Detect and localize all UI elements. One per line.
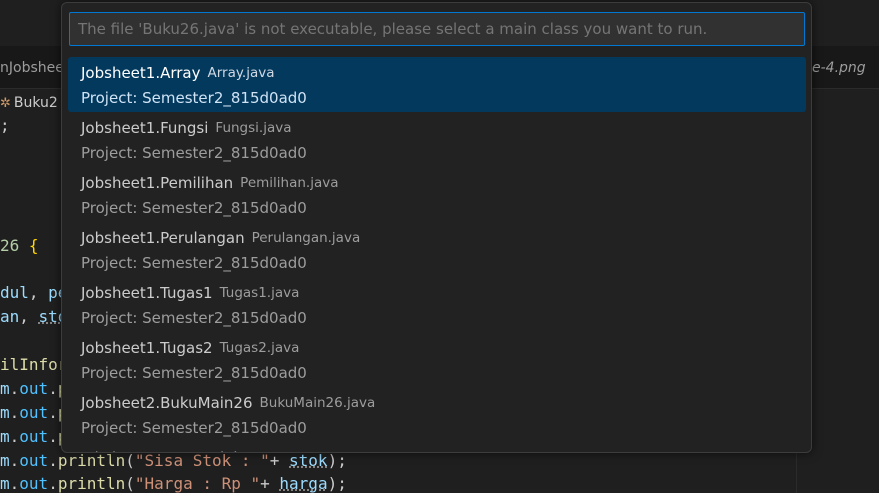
project-detail: Project: Semester2_815d0ad0 [81, 309, 307, 327]
main-class-quick-pick: Jobsheet1.Array Array.java Project: Semest… [61, 2, 812, 453]
main-class-label: Jobsheet1.Array [81, 64, 201, 82]
main-class-label: Jobsheet3.ArrayBalok [81, 449, 242, 452]
quick-pick-item-header: Jobsheet1.Array Array.java [81, 62, 275, 84]
main-class-label: Jobsheet1.Fungsi [81, 119, 209, 137]
code-token: harga [279, 474, 328, 493]
code-token: out [19, 379, 49, 398]
code-token: ilInfor [0, 355, 68, 374]
code-token: ; [0, 116, 10, 135]
project-detail: Project: Semester2_815d0ad0 [81, 89, 307, 107]
code-token: m [0, 403, 10, 422]
project-detail: Project: Semester2_815d0ad0 [81, 364, 307, 382]
code-token: . [9, 403, 20, 422]
code-token: dul [0, 283, 29, 302]
code-token: . [48, 427, 58, 446]
quick-pick-input[interactable] [69, 12, 805, 46]
source-file-description: ArrayBalok.java [249, 450, 355, 452]
code-line: dul, pe [0, 283, 67, 302]
code-token: { [28, 236, 39, 255]
source-file-description: Perulangan.java [251, 230, 361, 246]
code-token: . [9, 427, 20, 446]
code-line: an, sto [0, 307, 67, 326]
code-token: 26 [0, 236, 29, 255]
main-class-label: Jobsheet1.Tugas2 [81, 339, 213, 357]
preview-tab[interactable]: e-4.png [812, 60, 866, 76]
code-line: m.out.p [0, 379, 67, 398]
source-file-description: Tugas1.java [219, 285, 300, 301]
source-file-description: Fungsi.java [215, 120, 292, 136]
code-token: m [0, 451, 10, 470]
code-token: ); [327, 451, 347, 470]
quick-pick-item-header: Jobsheet1.Tugas2 Tugas2.java [81, 337, 299, 359]
quick-pick-item[interactable]: Jobsheet1.Fungsi Fungsi.java Project: Seme… [68, 112, 806, 167]
code-token: "Harga : Rp " [134, 474, 261, 493]
quick-pick-item[interactable]: Jobsheet2.BukuMain26 BukuMain26.java Proje… [68, 387, 806, 442]
source-file-description: Tugas2.java [219, 340, 300, 356]
code-line: m.out.println("Sisa Stok : "+ stok); [0, 451, 347, 470]
code-token: . [48, 403, 58, 422]
quick-pick-item-header: Jobsheet1.Pemilihan Pemilihan.java [81, 172, 339, 194]
project-detail: Project: Semester2_815d0ad0 [81, 254, 307, 272]
project-detail: Project: Semester2_815d0ad0 [81, 144, 307, 162]
quick-pick-item[interactable]: Jobsheet1.Tugas2 Tugas2.java Project: Seme… [68, 332, 806, 387]
editor-tab[interactable]: nJobsheet [0, 60, 69, 76]
code-token: . [9, 379, 20, 398]
project-detail: Project: Semester2_815d0ad0 [81, 199, 307, 217]
class-icon: ✲ [0, 95, 11, 111]
code-token: out [19, 427, 49, 446]
quick-pick-item[interactable]: Jobsheet1.Tugas1 Tugas1.java Project: Seme… [68, 277, 806, 332]
quick-pick-item-header: Jobsheet3.ArrayBalok ArrayBalok.java [81, 447, 355, 452]
main-class-label: Jobsheet2.BukuMain26 [81, 394, 253, 412]
breadcrumb-item[interactable]: Buku2 [14, 95, 58, 111]
main-class-label: Jobsheet1.Pemilihan [81, 174, 234, 192]
code-token: m [0, 379, 10, 398]
code-line: 26 { [0, 236, 39, 255]
code-token: out [19, 403, 49, 422]
code-token: . [9, 451, 20, 470]
code-token: stok [289, 451, 328, 470]
breadcrumb: ✲ Buku2 [0, 92, 58, 114]
code-token: . [9, 474, 20, 493]
code-line: m.out.p [0, 427, 67, 446]
quick-pick-item[interactable]: Jobsheet1.Perulangan Perulangan.java Proje… [68, 222, 806, 277]
code-line: ilInfor [0, 355, 67, 374]
quick-pick-item[interactable]: Jobsheet1.Array Array.java Project: Semest… [68, 57, 806, 112]
code-token: ( [125, 474, 135, 493]
code-token: , [19, 307, 39, 326]
quick-pick-item-header: Jobsheet1.Tugas1 Tugas1.java [81, 282, 299, 304]
code-token: . [48, 379, 58, 398]
code-line: m.out.println("Harga : Rp "+ harga); [0, 474, 347, 493]
code-token: "Sisa Stok : " [134, 451, 270, 470]
project-detail: Project: Semester2_815d0ad0 [81, 419, 307, 437]
source-file-description: Pemilihan.java [240, 175, 339, 191]
code-token: println [57, 451, 126, 470]
code-token: m [0, 474, 10, 493]
quick-pick-item-header: Jobsheet1.Fungsi Fungsi.java [81, 117, 292, 139]
code-token: out [19, 451, 49, 470]
quick-pick-item-header: Jobsheet2.BukuMain26 BukuMain26.java [81, 392, 375, 414]
code-token: . [48, 451, 58, 470]
main-class-label: Jobsheet1.Tugas1 [81, 284, 213, 302]
code-line: ; [0, 116, 10, 135]
source-file-description: Array.java [207, 65, 275, 81]
quick-pick-item[interactable]: Jobsheet3.ArrayBalok ArrayBalok.java [68, 442, 806, 452]
code-token: ( [125, 451, 135, 470]
code-line: m.out.p [0, 403, 67, 422]
code-token: an [0, 307, 20, 326]
code-token: + [269, 451, 290, 470]
quick-pick-list: Jobsheet1.Array Array.java Project: Semest… [68, 57, 806, 452]
code-token: println [57, 474, 126, 493]
code-token: , [28, 283, 49, 302]
source-file-description: BukuMain26.java [259, 395, 376, 411]
code-token: ); [327, 474, 347, 493]
quick-pick-item[interactable]: Jobsheet1.Pemilihan Pemilihan.java Project… [68, 167, 806, 222]
quick-pick-item-header: Jobsheet1.Perulangan Perulangan.java [81, 227, 360, 249]
code-token: . [48, 474, 58, 493]
code-token: m [0, 427, 10, 446]
main-class-label: Jobsheet1.Perulangan [81, 229, 245, 247]
code-token: out [19, 474, 49, 493]
code-token: + [260, 474, 280, 493]
